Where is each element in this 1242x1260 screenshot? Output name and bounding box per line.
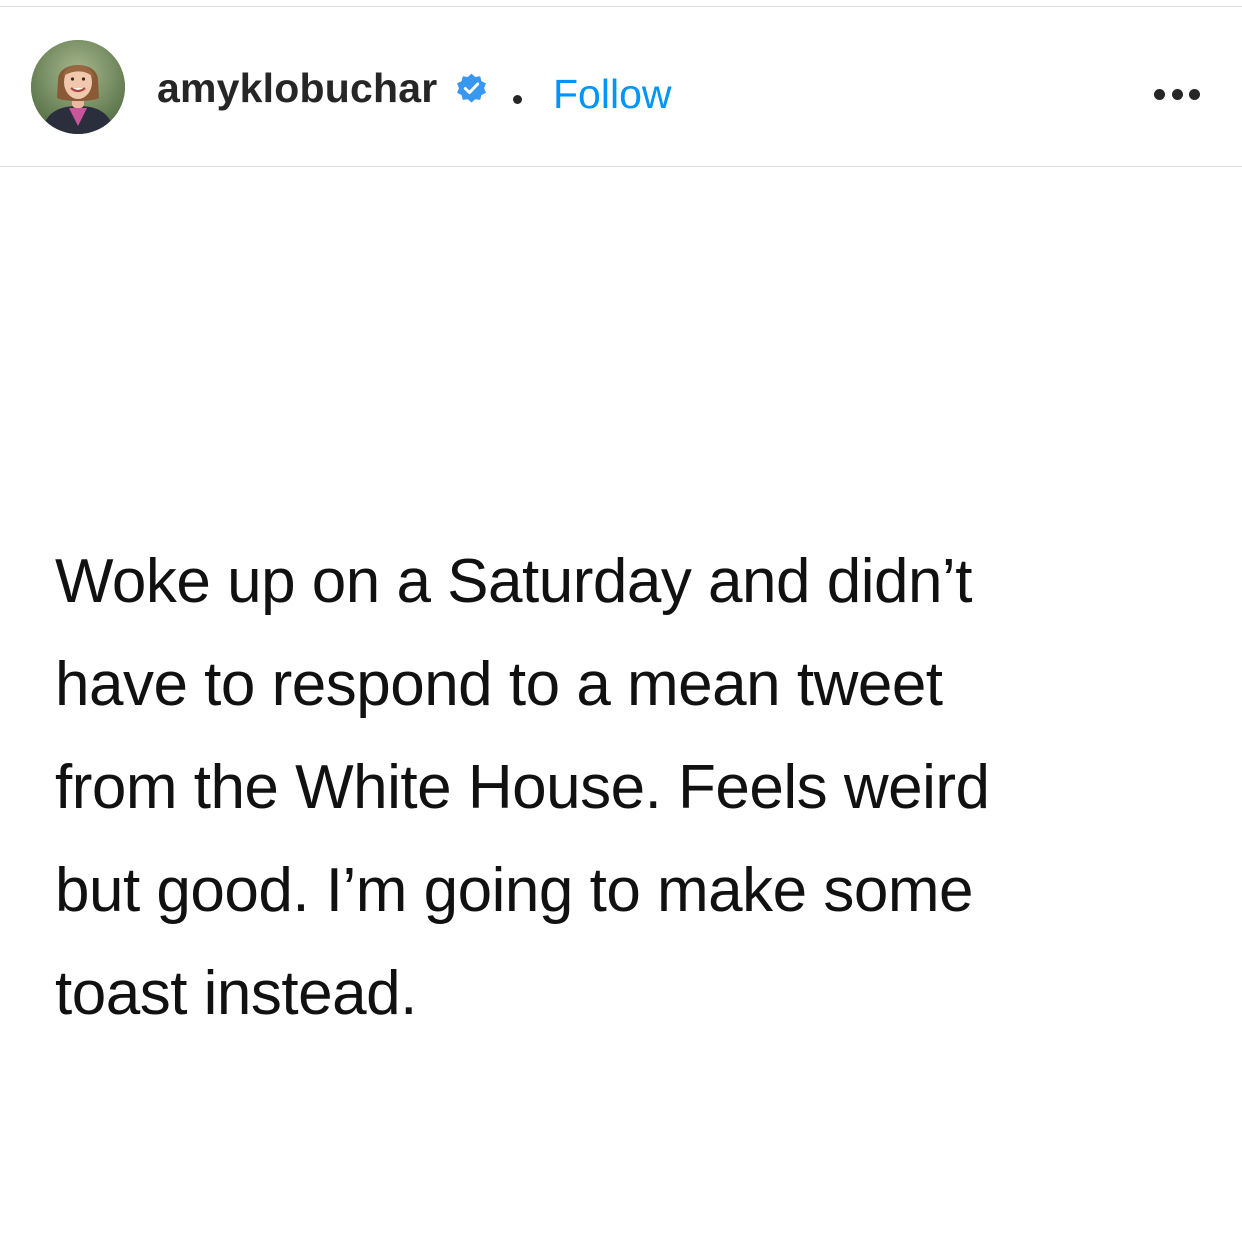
verified-badge-icon xyxy=(455,72,488,105)
more-options-icon[interactable] xyxy=(1150,79,1204,109)
post-text-line: have to respond to a mean tweet xyxy=(55,650,943,719)
post-header: amyklobuchar Follow xyxy=(0,7,1242,167)
follow-button[interactable]: Follow xyxy=(553,71,671,117)
post-text-line: from the White House. Feels weird xyxy=(55,753,990,822)
more-dot xyxy=(1189,88,1200,100)
avatar[interactable] xyxy=(31,40,125,134)
post-text-line: toast instead. xyxy=(55,959,417,1028)
post-text-line: but good. I’m going to make some xyxy=(55,856,973,925)
separator-dot xyxy=(513,95,522,104)
post-text-line: Woke up on a Saturday and didn’t xyxy=(55,547,972,616)
post-text: Woke up on a Saturday and didn’t have to… xyxy=(55,530,1175,1045)
more-dot xyxy=(1171,88,1183,100)
avatar-photo xyxy=(31,40,125,134)
username[interactable]: amyklobuchar xyxy=(157,65,437,111)
post-image[interactable]: Woke up on a Saturday and didn’t have to… xyxy=(0,168,1242,1260)
more-dot xyxy=(1154,88,1165,100)
